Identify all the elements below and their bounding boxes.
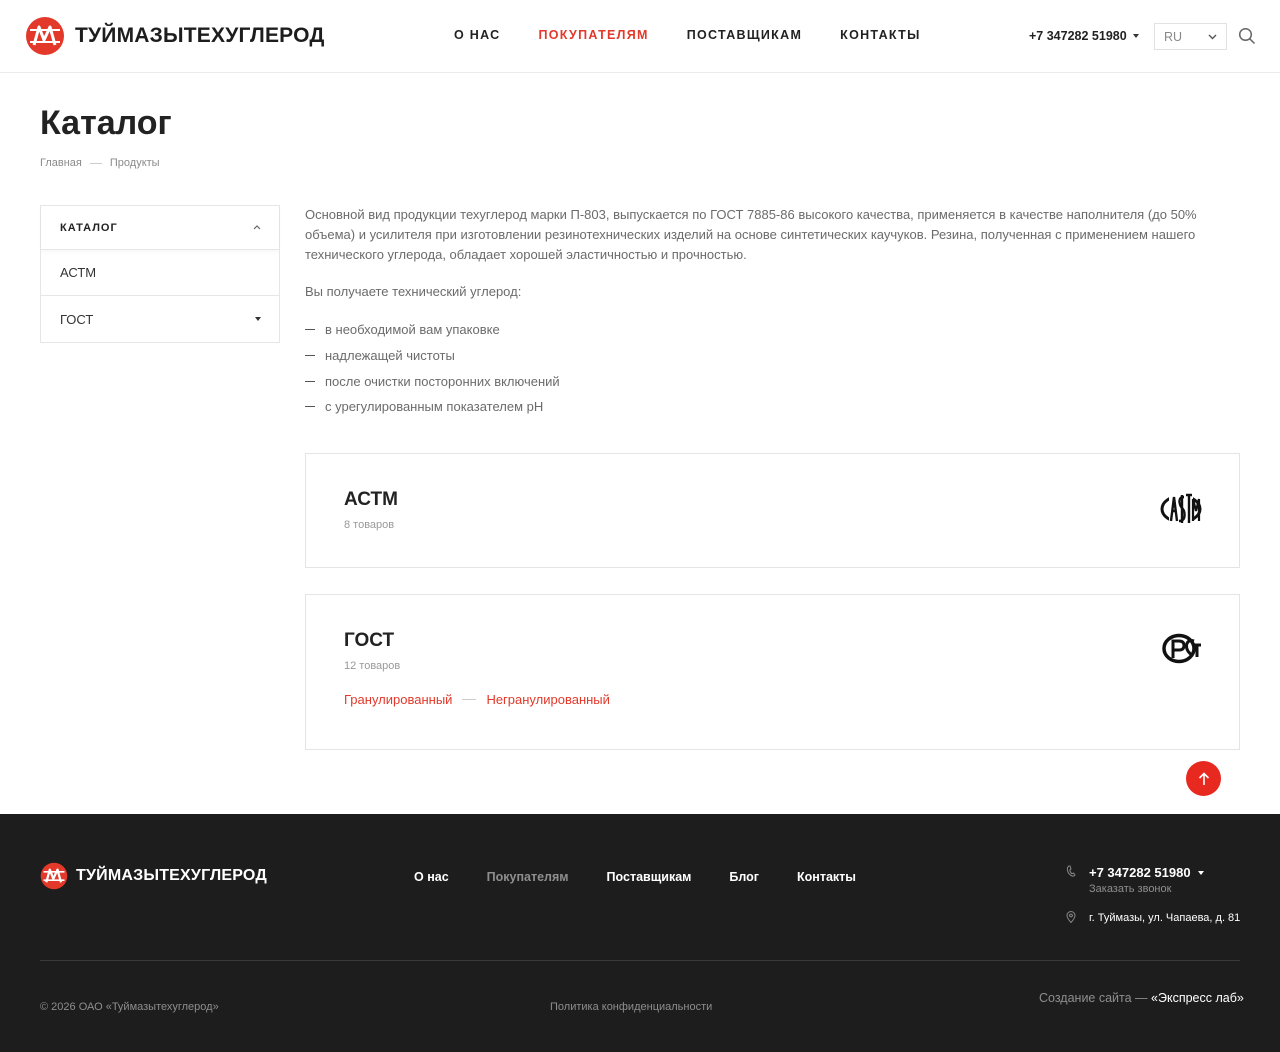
nav-item-buyers[interactable]: ПОКУПАТЕЛЯМ [538,28,648,42]
subcategory-links: Гранулированный Негранулированный [344,692,610,707]
subcategory-link-granulated[interactable]: Гранулированный [344,692,452,707]
footer-divider [40,960,1240,961]
catalog-sidebar: КАТАЛОГ АСТМ ГОСТ [40,205,280,343]
card-title[interactable]: АСТМ [344,489,398,511]
card-title[interactable]: ГОСТ [344,630,394,652]
feature-text: надлежащей чистоты [325,348,455,364]
brand-name: ТУЙМАЗЫТЕХУГЛЕРОД [75,24,325,47]
breadcrumb-separator [89,162,102,164]
footer-nav-buyers[interactable]: Покупателям [487,870,569,884]
footer-brand-name: ТУЙМАЗЫТЕХУГЛЕРОД [76,867,267,884]
caret-down-icon[interactable] [255,317,261,321]
request-callback-link[interactable]: Заказать звонок [1089,883,1171,895]
features-list: в необходимой вам упаковке надлежащей чи… [305,317,1240,420]
header-phone: +7 347282 51980 [1029,29,1127,43]
footer-nav-blog[interactable]: Блог [729,870,759,884]
link-separator [462,699,477,700]
sidebar-item-gost[interactable]: ГОСТ [41,296,279,342]
footer-nav-suppliers[interactable]: Поставщикам [607,870,692,884]
main-nav: О НАС ПОКУПАТЕЛЯМ ПОСТАВЩИКАМ КОНТАКТЫ [454,28,921,42]
breadcrumb: Главная Продукты [40,157,160,169]
category-card-gost[interactable]: ГОСТ 12 товаров Гранулированный Негранул… [305,594,1240,750]
catalog-description: Основной вид продукции техуглерод марки … [305,205,1240,420]
footer-nav-about[interactable]: О нас [414,870,449,884]
list-item: после очистки посторонних включений [305,368,1240,394]
list-item: надлежащей чистоты [305,343,1240,369]
search-icon[interactable] [1238,27,1256,45]
sidebar-header-catalog[interactable]: КАТАЛОГ [41,206,279,250]
studio-link[interactable]: «Экспресс лаб» [1151,991,1244,1005]
map-pin-icon [1066,911,1076,923]
list-item: в необходимой вам упаковке [305,317,1240,343]
sidebar-item-label: ГОСТ [60,311,94,327]
footer-nav: О нас Покупателям Поставщикам Блог Конта… [414,870,856,884]
dash-icon [305,406,315,408]
site-credits: Создание сайта — «Экспресс лаб» [1039,991,1244,1005]
sidebar-title: КАТАЛОГ [60,221,118,234]
nav-item-about[interactable]: О НАС [454,28,500,42]
gost-rst-logo-icon [1162,633,1201,664]
dash-icon [305,355,315,357]
footer-phone: +7 347282 51980 [1089,865,1191,880]
site-logo[interactable]: ТУЙМАЗЫТЕХУГЛЕРОД [25,16,325,56]
feature-text: с урегулированным показателем pH [325,399,544,415]
nav-item-contacts[interactable]: КОНТАКТЫ [840,28,920,42]
astm-logo-icon [1160,493,1202,525]
caret-down-icon [1197,870,1204,875]
footer-phone-dropdown[interactable]: +7 347282 51980 [1089,865,1204,880]
phone-icon [1066,865,1076,877]
site-header: ТУЙМАЗЫТЕХУГЛЕРОД О НАС ПОКУПАТЕЛЯМ ПОСТ… [0,0,1280,73]
card-count: 8 товаров [344,519,395,531]
feature-text: в необходимой вам упаковке [325,322,500,338]
language-select[interactable]: RU [1154,23,1227,50]
sidebar-item-astm[interactable]: АСТМ [41,250,279,296]
footer-logo[interactable]: ТУЙМАЗЫТЕХУГЛЕРОД [40,862,267,890]
brand-logo-icon [26,17,64,55]
category-card-astm[interactable]: АСТМ 8 товаров [305,453,1240,568]
list-item: с урегулированным показателем pH [305,394,1240,420]
chevron-up-icon [253,225,261,230]
page-title: Каталог [40,104,172,142]
header-phone-dropdown[interactable]: +7 347282 51980 [1029,29,1139,43]
sidebar-item-label: АСТМ [60,265,97,280]
scroll-to-top-button[interactable] [1186,761,1221,796]
breadcrumb-current: Продукты [109,157,160,169]
chevron-down-icon [1208,34,1217,39]
footer-address: г. Туймазы, ул. Чапаева, д. 81 [1089,912,1241,924]
card-count: 12 товаров [344,660,401,672]
brand-logo-icon [40,862,68,890]
feature-text: после очистки посторонних включений [325,373,560,389]
dash-icon [305,329,315,331]
site-footer: ТУЙМАЗЫТЕХУГЛЕРОД О нас Покупателям Пост… [0,814,1280,1052]
features-subtitle: Вы получаете технический углерод: [305,284,522,299]
nav-item-suppliers[interactable]: ПОСТАВЩИКАМ [687,28,802,42]
arrow-up-icon [1198,771,1209,785]
credits-prefix: Создание сайта — [1039,991,1152,1005]
footer-copyright: © 2026 ОАО «Туймазытехуглерод» [40,1001,219,1013]
caret-down-icon [1132,34,1139,38]
subcategory-link-non-granulated[interactable]: Негранулированный [486,692,609,707]
privacy-policy-link[interactable]: Политика конфиденциальности [550,1001,712,1013]
dash-icon [305,380,315,382]
intro-text: Основной вид продукции техуглерод марки … [305,207,1197,262]
footer-nav-contacts[interactable]: Контакты [797,870,856,884]
language-value: RU [1164,29,1183,44]
breadcrumb-home[interactable]: Главная [40,157,82,169]
